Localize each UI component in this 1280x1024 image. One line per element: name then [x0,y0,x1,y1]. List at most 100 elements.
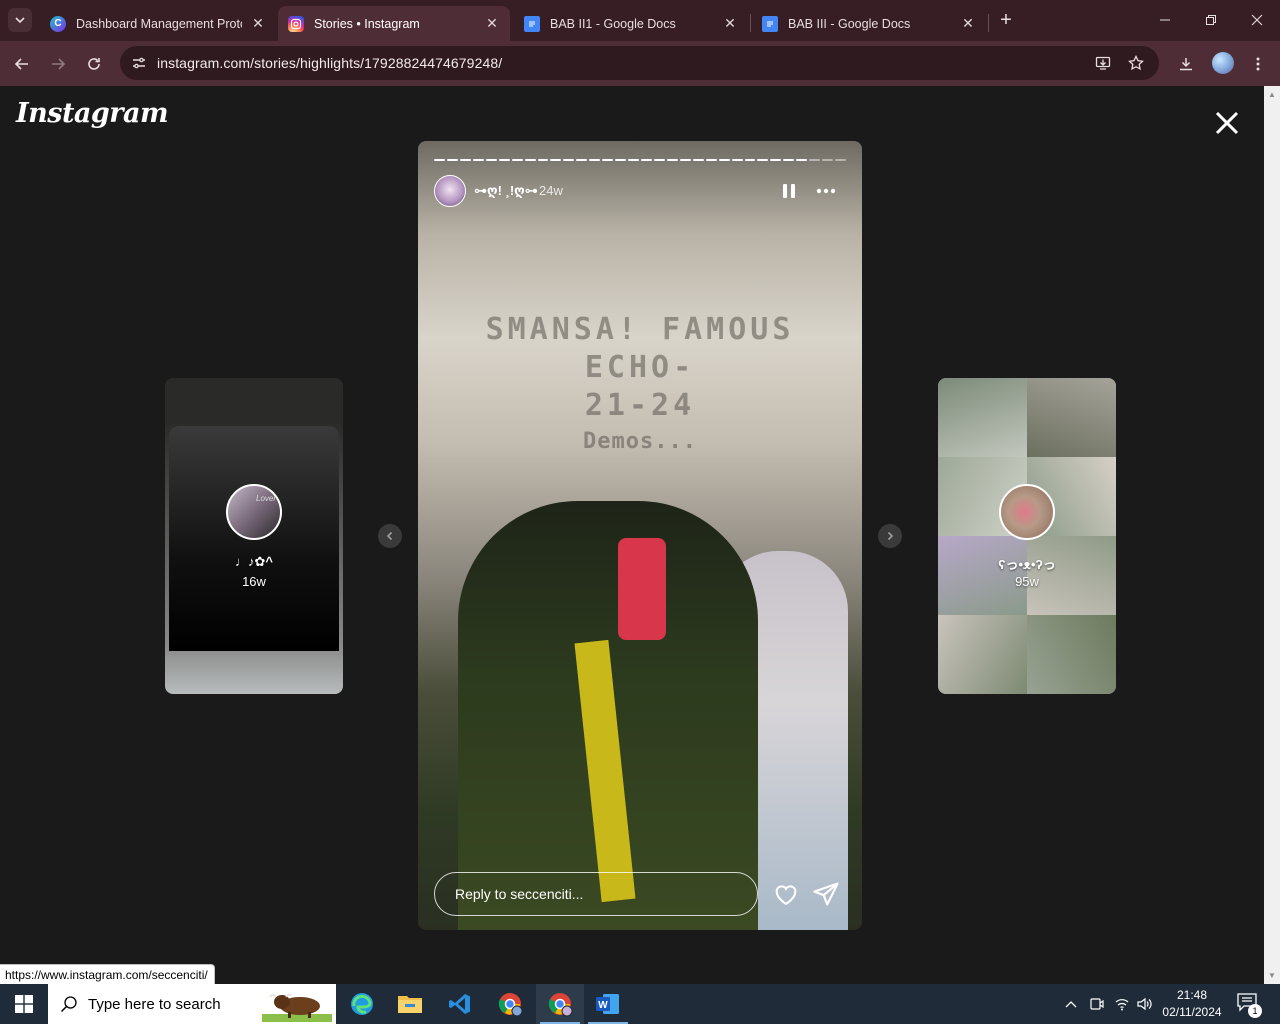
chevron-up-icon [1065,1001,1077,1008]
progress-segment [524,159,536,161]
progress-segment [550,159,562,161]
close-tab-icon[interactable]: ✕ [484,15,500,32]
story-user-avatar[interactable] [434,175,466,207]
arrow-right-icon [52,58,66,70]
tab-title: Stories • Instagram [314,16,420,31]
close-icon [1251,14,1263,26]
progress-segment [692,159,704,161]
forward-button[interactable] [44,50,72,78]
windows-logo-icon [15,995,33,1013]
clock-time: 21:48 [1176,988,1208,1002]
tab-dashboard[interactable]: C Dashboard Management Protot ✕ [40,6,276,41]
taskbar-vscode[interactable] [436,984,484,1024]
taskbar-word[interactable]: W [584,984,632,1024]
progress-segment [705,159,717,161]
reply-input[interactable] [434,872,758,916]
taskbar-chrome[interactable] [536,984,584,1024]
search-icon [60,996,77,1013]
tab-separator [988,14,989,32]
taskbar-clock[interactable]: 21:48 02/11/2024 [1160,987,1224,1021]
minimize-button[interactable] [1142,6,1188,34]
google-docs-icon [762,15,778,32]
taskbar-search[interactable]: Type here to search [48,984,336,1024]
tab-separator [750,14,751,32]
bookmark-star-icon[interactable] [1125,52,1147,74]
scroll-up-icon[interactable]: ▲ [1268,90,1276,99]
progress-segment [770,159,782,161]
next-story-button[interactable] [878,524,902,548]
progress-segment [718,159,730,161]
pause-icon [783,184,787,198]
story-viewer[interactable]: SMANSA! FAMOUS ECHO- 21-24 Demos... ⊶ღ! … [418,141,862,930]
share-button[interactable] [812,880,840,908]
tab-strip: C Dashboard Management Protot ✕ Stories … [0,0,1280,41]
taskbar-chrome-profile[interactable] [486,984,534,1024]
windows-taskbar: Type here to search W 21:48 02/11/2024 1 [0,984,1280,1024]
downloads-button[interactable] [1172,50,1200,78]
more-vertical-icon [1256,57,1260,71]
progress-segment [563,159,575,161]
tab-bab-iii[interactable]: BAB III - Google Docs ✕ [752,6,986,41]
chevron-down-icon [15,17,25,24]
highlight-avatar: Lover [226,484,282,540]
progress-segment [434,159,445,161]
close-tab-icon[interactable]: ✕ [722,15,738,32]
like-button[interactable] [772,880,800,908]
instagram-icon [288,15,304,32]
site-info-icon[interactable] [128,52,150,74]
restore-button[interactable] [1188,6,1234,34]
new-tab-button[interactable]: + [994,8,1018,32]
more-options-button[interactable] [814,179,838,203]
show-hidden-icons[interactable] [1064,984,1078,1024]
browser-menu-button[interactable] [1244,50,1272,78]
previous-highlight-card[interactable]: Lover ♩♪✿^ 16w [165,378,343,694]
heart-icon [775,885,797,906]
meet-now-icon[interactable] [1089,984,1105,1024]
notification-badge: 1 [1248,1004,1262,1018]
folder-icon [398,996,422,1013]
progress-segment [666,159,678,161]
reload-icon [88,58,100,70]
close-tab-icon[interactable]: ✕ [250,15,266,32]
taskbar-edge[interactable] [338,984,386,1024]
pause-button[interactable] [780,179,798,203]
close-tab-icon[interactable]: ✕ [960,15,976,32]
highlight-time: 16w [242,574,266,589]
instagram-logo[interactable]: Instagram [16,98,169,129]
more-horizontal-icon [816,188,836,194]
reload-button[interactable] [80,50,108,78]
previous-story-button[interactable] [378,524,402,548]
taskbar-file-explorer[interactable] [386,984,434,1024]
url-text[interactable]: instagram.com/stories/highlights/1792882… [157,55,502,71]
tab-search-button[interactable] [8,8,32,32]
network-icon[interactable] [1114,984,1130,1024]
scroll-down-icon[interactable]: ▼ [1268,971,1276,980]
progress-segment [796,159,808,161]
progress-segment [835,159,846,161]
tab-instagram[interactable]: Stories • Instagram ✕ [278,6,510,41]
edge-icon [351,993,373,1015]
progress-segment [679,159,691,161]
close-stories-button[interactable] [1212,108,1242,138]
highlight-name: ♩♪✿^ [235,554,273,569]
story-username[interactable]: ⊶ღ! ¸!ღ⊶ [474,183,538,199]
bison-search-highlight-icon [262,993,332,1022]
address-bar[interactable]: instagram.com/stories/highlights/1792882… [120,46,1159,80]
install-app-icon[interactable] [1092,52,1114,74]
page-scrollbar[interactable]: ▲ ▼ [1264,86,1280,984]
back-button[interactable] [8,50,36,78]
start-button[interactable] [0,984,48,1024]
profile-avatar[interactable] [1212,52,1234,74]
story-timestamp: 24w [539,183,563,198]
progress-segment [589,159,601,161]
progress-segment [498,159,510,161]
close-window-button[interactable] [1234,6,1280,34]
progress-segment [653,159,665,161]
highlight-time: 95w [1015,574,1039,589]
close-icon [1215,111,1239,135]
volume-icon[interactable] [1136,984,1154,1024]
arrow-left-icon [14,58,28,70]
tab-title: BAB III - Google Docs [788,16,911,31]
next-highlight-card[interactable]: ʕっ•ᴥ•ʔっ 95w [938,378,1116,694]
tab-bab-ii1[interactable]: BAB II1 - Google Docs ✕ [514,6,748,41]
